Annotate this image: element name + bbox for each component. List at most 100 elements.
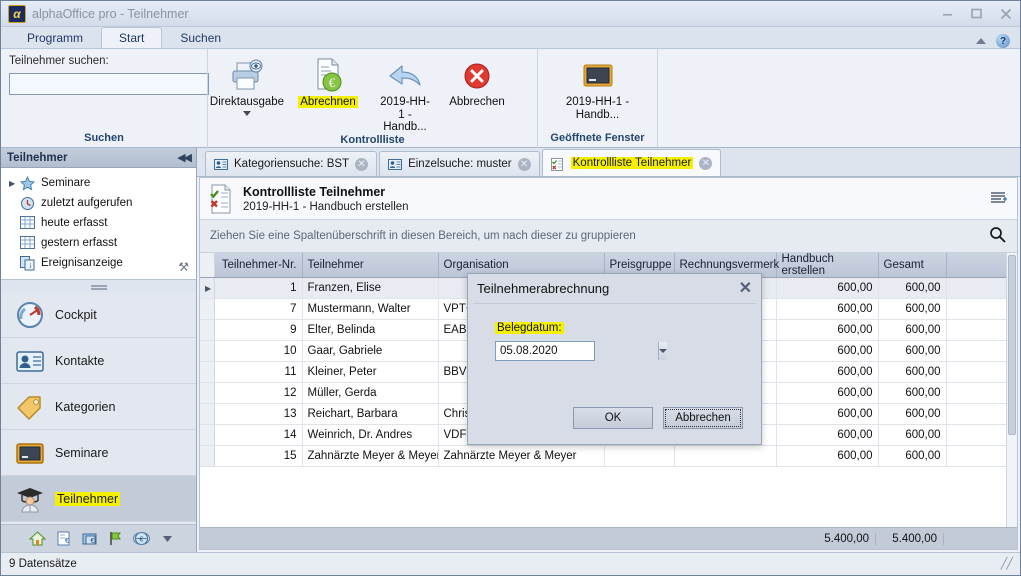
close-button[interactable] (991, 2, 1020, 26)
close-icon[interactable]: ✕ (355, 157, 369, 171)
ribbon-tab-suchen[interactable]: Suchen (162, 27, 239, 48)
cell-teilnehmer: Zahnärzte Meyer & Meyer (302, 445, 439, 467)
col-gesamt[interactable]: Gesamt (878, 253, 947, 278)
flag-icon[interactable] (107, 530, 124, 547)
invoice-icon[interactable]: € (55, 530, 72, 547)
ribbon-group-label-kontrollliste: Kontrollliste (340, 133, 405, 146)
search-icon[interactable] (989, 226, 1007, 247)
expand-arrow-icon[interactable]: ▶ (9, 179, 20, 188)
blackboard-icon (15, 438, 45, 468)
cell-teilnehmer-nr: 10 (214, 340, 303, 362)
doc-tab-einzelsuche[interactable]: Einzelsuche: muster ✕ (379, 151, 540, 176)
document-tab-bar: Kategoriensuche: BST ✕ Einzelsuche: must… (197, 148, 1020, 177)
minimize-button[interactable] (933, 2, 962, 26)
cell-handbuch-erstellen: 600,00 (776, 319, 879, 341)
sidebar-item-teilnehmer[interactable]: Teilnehmer (1, 476, 196, 522)
maximize-button[interactable] (962, 2, 991, 26)
col-teilnehmer[interactable]: Teilnehmer (302, 253, 439, 278)
cell-teilnehmer-nr: 14 (214, 424, 303, 446)
globe-euro-icon[interactable]: € (133, 530, 150, 547)
cancel-button[interactable]: Abbrechen (663, 407, 743, 429)
cell-gesamt: 600,00 (878, 382, 947, 404)
sidebar-item-gestern-erfasst[interactable]: gestern erfasst (1, 233, 196, 253)
star-icon (19, 175, 36, 191)
chevron-down-icon[interactable] (243, 110, 251, 116)
chevron-down-icon[interactable] (159, 530, 176, 547)
belegdatum-input[interactable] (496, 342, 658, 360)
ribbon-button-abrechnen[interactable]: € Abrechnen (286, 49, 370, 109)
close-icon[interactable]: ✕ (739, 280, 752, 297)
table-row[interactable]: 15 Zahnärzte Meyer & Meyer Zahnärzte Meyer… (200, 445, 1017, 467)
belegdatum-label: Belegdatum: (495, 322, 564, 334)
ribbon-button-direktausgabe[interactable]: Direktausgabe (208, 49, 286, 116)
sidebar-item-label: Ereignisanzeige (41, 257, 123, 269)
ribbon-tab-bar-right: ? (976, 34, 1020, 48)
belegdatum-combo[interactable] (495, 341, 667, 361)
cell-gesamt: 600,00 (878, 445, 947, 467)
folder-euro-icon[interactable]: € (81, 530, 98, 547)
group-by-band[interactable]: Ziehen Sie eine Spaltenüberschrift in di… (200, 220, 1017, 253)
total-handbuch: 5.400,00 (774, 532, 876, 545)
home-icon[interactable] (28, 530, 47, 547)
ok-button[interactable]: OK (573, 407, 653, 429)
cell-teilnehmer: Kleiner, Peter (302, 361, 439, 383)
checklist-icon (550, 157, 565, 171)
total-gesamt: 5.400,00 (876, 532, 944, 545)
help-icon[interactable]: ? (996, 34, 1010, 48)
close-icon[interactable]: ✕ (517, 157, 531, 171)
ribbon-button-label: Abbrechen (449, 96, 505, 108)
sidebar-item-zuletzt-aufgerufen[interactable]: zuletzt aufgerufen (1, 193, 196, 213)
dialog-title: Teilnehmerabrechnung (477, 281, 610, 296)
vertical-scrollbar[interactable] (1006, 253, 1017, 527)
sidebar-splitter[interactable] (1, 280, 196, 292)
sidebar-item-kategorien[interactable]: Kategorien (1, 384, 196, 430)
row-indicator (200, 424, 215, 446)
sidebar-item-seminare[interactable]: ▶ Seminare (1, 173, 196, 193)
ribbon-tab-start[interactable]: Start (101, 27, 163, 48)
sidebar-title: Teilnehmer (7, 151, 68, 164)
scrollbar-thumb[interactable] (1008, 255, 1016, 435)
chevron-down-icon[interactable] (658, 342, 667, 360)
clock-icon (20, 196, 35, 211)
sidebar-item-ereignisanzeige[interactable]: i Ereignisanzeige (1, 253, 196, 273)
cell-handbuch-erstellen: 600,00 (776, 298, 879, 320)
ribbon-tab-programm[interactable]: Programm (9, 27, 101, 48)
layout-options-icon[interactable] (989, 190, 1009, 207)
resize-grip-icon[interactable]: ╱╱ (1001, 557, 1013, 570)
svg-text:€: € (140, 537, 144, 544)
col-teilnehmer-nr[interactable]: Teilnehmer-Nr. (214, 253, 303, 278)
sidebar-item-heute-erfasst[interactable]: heute erfasst (1, 213, 196, 233)
collapse-ribbon-icon[interactable] (976, 38, 986, 44)
doc-tab-kategoriensuche[interactable]: Kategoriensuche: BST ✕ (205, 151, 378, 176)
wrench-icon[interactable]: ⚒ (178, 260, 189, 274)
row-indicator (200, 361, 215, 383)
status-bar: 9 Datensätze ╱╱ (1, 552, 1020, 574)
row-indicator (200, 445, 215, 467)
cell-teilnehmer: Müller, Gerda (302, 382, 439, 404)
sidebar-item-kontakte[interactable]: Kontakte (1, 338, 196, 384)
abrechnen-highlight: Abrechnen (298, 96, 358, 108)
sidebar: Teilnehmer ◀◀ ▶ Seminare zuletzt aufgeru… (1, 148, 197, 552)
sidebar-mini-toolbar: € € € (1, 524, 196, 552)
ribbon-button-abbrechen[interactable]: Abbrechen (440, 49, 514, 109)
sidebar-header: Teilnehmer ◀◀ (1, 148, 196, 168)
document-header: Kontrollliste Teilnehmer 2019-HH-1 - Han… (200, 178, 1017, 220)
cell-handbuch-erstellen: 600,00 (776, 361, 879, 383)
window-title: alphaOffice pro - Teilnehmer (32, 6, 189, 21)
col-handbuch-erstellen[interactable]: Handbuch erstellen (776, 253, 879, 278)
sidebar-item-seminare[interactable]: Seminare (1, 430, 196, 476)
ribbon-group-kontrollliste: Direktausgabe € Abrechnen 2019-HH-1 - Ha… (207, 49, 537, 148)
gauge-icon (15, 300, 45, 330)
search-input[interactable] (9, 73, 209, 95)
sidebar-collapse-icon[interactable]: ◀◀ (177, 151, 192, 164)
ribbon-button-handbuch-undo[interactable]: 2019-HH-1 - Handb... (370, 49, 440, 134)
doc-tab-kontrollliste[interactable]: Kontrollliste Teilnehmer ✕ (541, 149, 722, 176)
dialog-footer: OK Abbrechen (468, 400, 761, 444)
close-icon[interactable]: ✕ (699, 156, 713, 170)
ribbon-tab-bar: Programm Start Suchen ? (1, 27, 1020, 49)
app-logo-icon: α (8, 4, 26, 23)
ribbon-button-open-window[interactable]: 2019-HH-1 - Handb... (555, 49, 641, 121)
cell-teilnehmer: Mustermann, Walter (302, 298, 439, 320)
cell-handbuch-erstellen: 600,00 (776, 424, 879, 446)
sidebar-item-cockpit[interactable]: Cockpit (1, 292, 196, 338)
